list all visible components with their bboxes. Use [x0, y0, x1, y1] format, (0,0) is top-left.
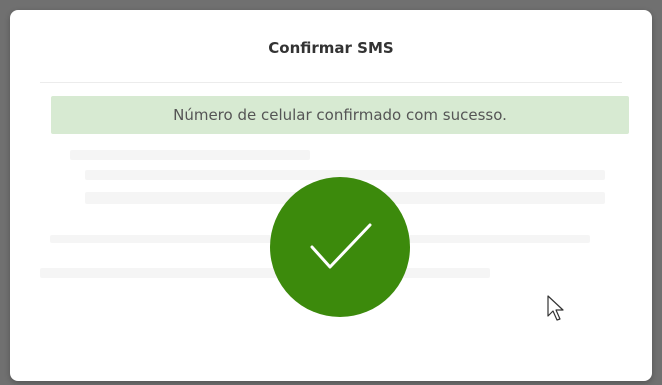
dialog-header: Confirmar SMS: [40, 10, 622, 83]
confirm-sms-dialog: Confirmar SMS Número de celular confirma…: [10, 10, 652, 381]
success-alert: Número de celular confirmado com sucesso…: [51, 96, 629, 134]
success-check-circle: [270, 177, 410, 317]
mouse-cursor-icon: [547, 295, 564, 321]
success-alert-text: Número de celular confirmado com sucesso…: [173, 106, 507, 124]
checkmark-icon: [310, 223, 372, 269]
faded-background-line: [70, 150, 310, 160]
faded-background-line: [40, 268, 490, 278]
dialog-title: Confirmar SMS: [268, 39, 394, 57]
